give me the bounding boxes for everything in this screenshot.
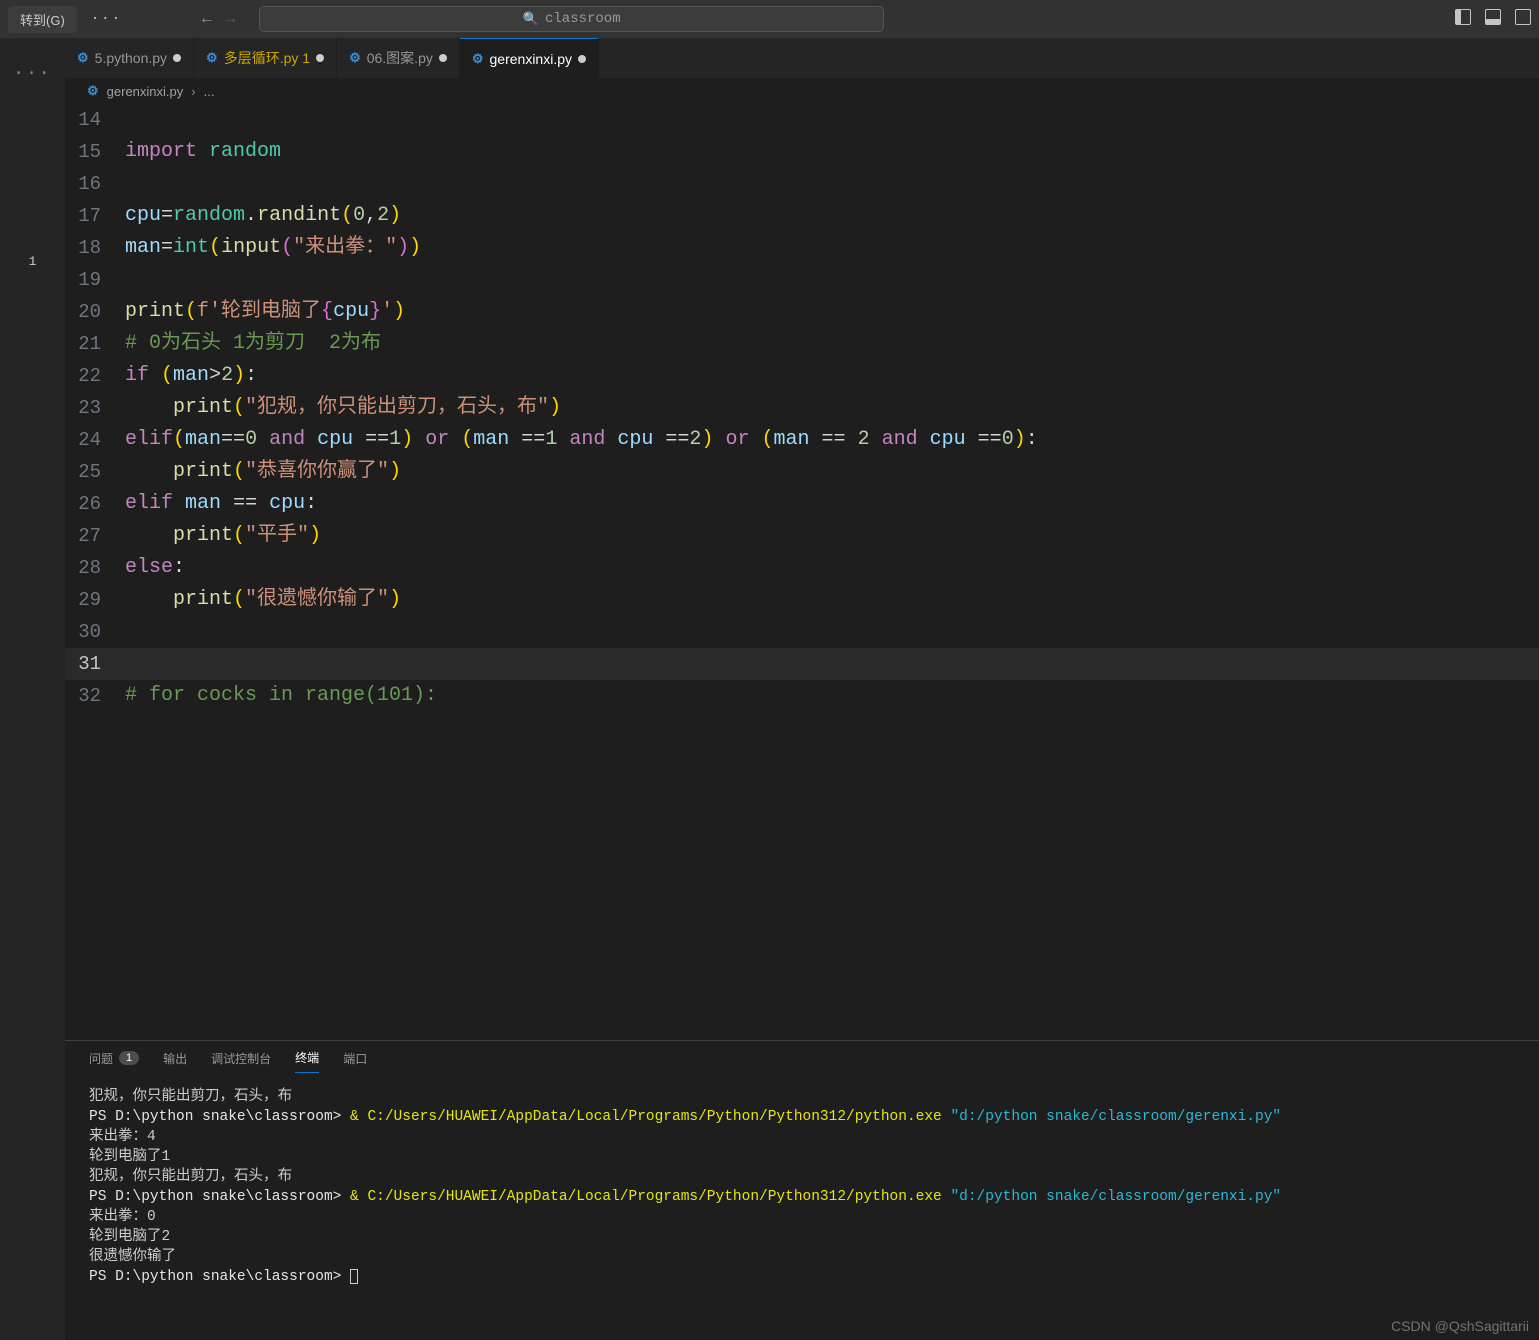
breadcrumb-file: gerenxinxi.py <box>107 84 184 99</box>
sidebar-badge: 1 <box>29 254 37 269</box>
terminal-amp: & <box>350 1109 359 1125</box>
editor-column: ⚙ 5.python.py ⚙ 多层循环.py 1 ⚙ 06.图案.py ⚙ g… <box>65 38 1539 1340</box>
panel-tabs: 问题 1 输出 调试控制台 终端 端口 <box>65 1041 1539 1073</box>
activity-bar: ··· 1 <box>0 38 65 1340</box>
python-icon: ⚙ <box>87 83 99 99</box>
tab-label: 06.图案.py <box>367 48 433 68</box>
breadcrumb[interactable]: ⚙ gerenxinxi.py › ... <box>65 78 1539 104</box>
dirty-dot-icon <box>578 55 586 63</box>
tab-gerenxinxi[interactable]: ⚙ gerenxinxi.py <box>460 38 599 78</box>
editor-tabs: ⚙ 5.python.py ⚙ 多层循环.py 1 ⚙ 06.图案.py ⚙ g… <box>65 38 1539 78</box>
breadcrumb-sep-icon: › <box>191 84 195 99</box>
terminal-exe: C:/Users/HUAWEI/AppData/Local/Programs/P… <box>359 1189 951 1205</box>
tab-label: gerenxinxi.py <box>490 51 573 67</box>
search-icon: 🔍 <box>523 12 539 27</box>
terminal-exe: C:/Users/HUAWEI/AppData/Local/Programs/P… <box>359 1109 951 1125</box>
bottom-panel: 问题 1 输出 调试控制台 终端 端口 犯规，你只能出剪刀，石头，布 PS D:… <box>65 1040 1539 1340</box>
main-row: ··· 1 ⚙ 5.python.py ⚙ 多层循环.py 1 ⚙ 06.图案.… <box>0 38 1539 1340</box>
problems-count-badge: 1 <box>119 1051 139 1065</box>
terminal-line: 很遗憾你输了 <box>89 1249 176 1265</box>
terminal-path: "d:/python snake/classroom/gerenxi.py" <box>950 1109 1281 1125</box>
title-right-controls <box>1455 9 1531 30</box>
terminal-line: 轮到电脑了2 <box>89 1229 170 1245</box>
tab-label: 多层循环.py 1 <box>224 48 310 68</box>
breadcrumb-more: ... <box>204 84 215 99</box>
terminal-line: 来出拳：4 <box>89 1129 156 1145</box>
panel-tab-debug[interactable]: 调试控制台 <box>211 1049 271 1073</box>
panel-tab-problems[interactable]: 问题 1 <box>89 1049 139 1073</box>
panel-tab-ports[interactable]: 端口 <box>343 1049 367 1073</box>
nav-arrows: ← → <box>202 10 235 28</box>
terminal-line: 来出拳：0 <box>89 1209 156 1225</box>
layout-bottom-icon[interactable] <box>1485 9 1501 30</box>
terminal-path: "d:/python snake/classroom/gerenxi.py" <box>950 1189 1281 1205</box>
python-icon: ⚙ <box>206 50 218 66</box>
sidebar-overflow-icon[interactable]: ··· <box>13 64 51 84</box>
panel-tab-label: 问题 <box>89 1050 113 1067</box>
dirty-dot-icon <box>316 54 324 62</box>
watermark: CSDN @QshSagittarii <box>1391 1318 1529 1334</box>
tab-multi-loop[interactable]: ⚙ 多层循环.py 1 <box>194 38 337 78</box>
terminal-line: 犯规，你只能出剪刀，石头，布 <box>89 1089 292 1105</box>
title-bar: 转到(G) ··· ← → 🔍 classroom <box>0 0 1539 38</box>
menu-overflow-icon[interactable]: ··· <box>91 11 122 27</box>
search-box[interactable]: 🔍 classroom <box>259 6 884 32</box>
panel-tab-terminal[interactable]: 终端 <box>295 1049 319 1073</box>
dirty-dot-icon <box>173 54 181 62</box>
nav-back-icon[interactable]: ← <box>202 10 212 28</box>
terminal-prompt: PS D:\python snake\classroom> <box>89 1109 350 1125</box>
code-editor[interactable]: 14 15import random 16 17cpu=random.randi… <box>65 104 1539 1040</box>
dirty-dot-icon <box>439 54 447 62</box>
panel-tab-output[interactable]: 输出 <box>163 1049 187 1073</box>
search-text: classroom <box>545 11 621 27</box>
tab-5-python[interactable]: ⚙ 5.python.py <box>65 38 194 78</box>
app-root: 转到(G) ··· ← → 🔍 classroom ··· 1 ⚙ 5.pyth… <box>0 0 1539 1340</box>
layout-left-icon[interactable] <box>1455 9 1471 30</box>
terminal-line: 轮到电脑了1 <box>89 1149 170 1165</box>
tab-06-pattern[interactable]: ⚙ 06.图案.py <box>337 38 460 78</box>
terminal-cursor-icon <box>350 1269 358 1284</box>
terminal-amp: & <box>350 1189 359 1205</box>
terminal-prompt: PS D:\python snake\classroom> <box>89 1189 350 1205</box>
terminal[interactable]: 犯规，你只能出剪刀，石头，布 PS D:\python snake\classr… <box>65 1073 1539 1340</box>
tab-label: 5.python.py <box>95 50 167 66</box>
menu-goto[interactable]: 转到(G) <box>8 6 77 33</box>
python-icon: ⚙ <box>349 50 361 66</box>
nav-forward-icon[interactable]: → <box>226 10 236 28</box>
layout-right-icon[interactable] <box>1515 9 1531 30</box>
terminal-line: 犯规，你只能出剪刀，石头，布 <box>89 1169 292 1185</box>
python-icon: ⚙ <box>77 50 89 66</box>
python-icon: ⚙ <box>472 51 484 67</box>
terminal-prompt: PS D:\python snake\classroom> <box>89 1269 350 1285</box>
